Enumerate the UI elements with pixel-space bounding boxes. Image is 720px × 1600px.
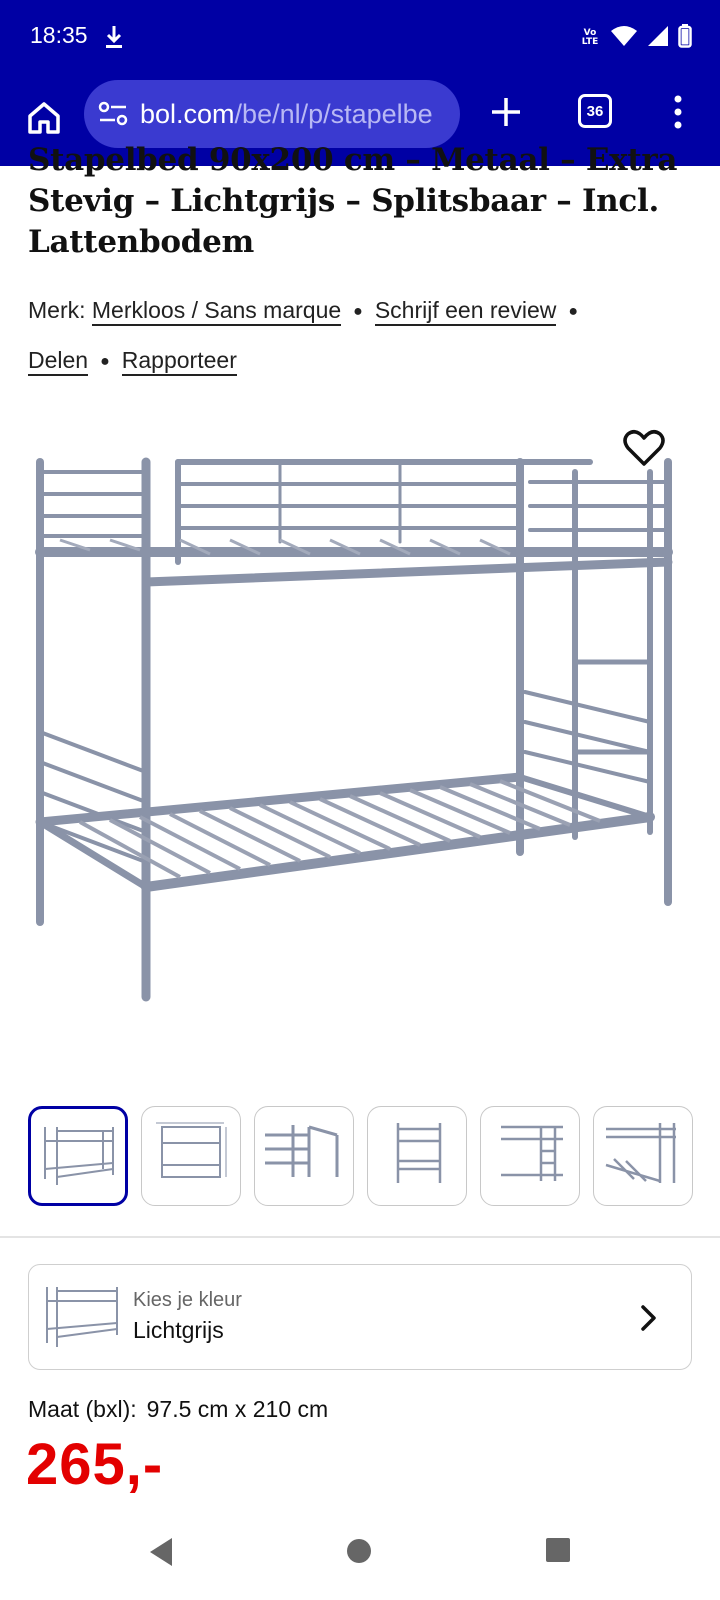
- bunk-bed-image: [35, 457, 673, 1002]
- url-text: bol.com/be/nl/p/stapelbe: [140, 99, 433, 130]
- title-wrap: Stapelbed 90x200 cm – Metaal – Extra Ste…: [28, 140, 698, 280]
- thumbnail-6[interactable]: [593, 1106, 693, 1206]
- thumbnail-1[interactable]: [28, 1106, 128, 1206]
- thumbnail-2[interactable]: [141, 1106, 241, 1206]
- color-selector-label: Kies je kleur: [133, 1289, 242, 1311]
- plus-icon: [492, 98, 520, 126]
- browser-home-button[interactable]: [24, 98, 64, 138]
- status-time: 18:35: [30, 22, 88, 48]
- separator-dot: ●: [353, 302, 363, 320]
- nav-back-button[interactable]: [146, 1536, 176, 1572]
- signal-icon: [646, 24, 670, 52]
- thumbnail-image: [605, 1123, 676, 1183]
- product-main-image[interactable]: [20, 432, 700, 1032]
- tab-switcher-button[interactable]: 36: [578, 94, 612, 128]
- back-triangle-icon: [150, 1538, 172, 1566]
- section-divider: [0, 1236, 720, 1238]
- nav-recents-button[interactable]: [544, 1536, 572, 1568]
- color-selector[interactable]: Kies je kleur Lichtgrijs: [28, 1264, 692, 1370]
- thumbnail-image: [44, 1127, 114, 1185]
- site-settings-icon[interactable]: [98, 101, 128, 127]
- thumbnail-4[interactable]: [367, 1106, 467, 1206]
- url-path: /be/nl/p/stapelbe: [234, 98, 433, 129]
- thumbnail-3[interactable]: [254, 1106, 354, 1206]
- recents-square-icon: [546, 1538, 570, 1562]
- separator-dot: ●: [568, 302, 579, 320]
- heart-icon: [623, 430, 665, 466]
- thumbnail-strip: [28, 1106, 708, 1206]
- write-review-link[interactable]: Schrijf een review: [374, 297, 557, 326]
- more-vertical-icon: [674, 95, 682, 129]
- home-circle-icon: [347, 1539, 371, 1563]
- chevron-right-icon: [641, 1305, 656, 1331]
- browser-menu-button[interactable]: [666, 92, 690, 132]
- wifi-icon: [610, 25, 638, 51]
- share-link[interactable]: Delen: [28, 346, 89, 376]
- product-price: 265,-: [26, 1432, 164, 1497]
- thumbnail-5[interactable]: [480, 1106, 580, 1206]
- home-icon: [28, 102, 60, 134]
- status-icons: Vo LTE: [578, 24, 692, 52]
- volte-icon: Vo LTE: [581, 28, 599, 47]
- brand-link[interactable]: Merkloos / Sans marque: [91, 297, 342, 326]
- thumbnail-image: [156, 1122, 227, 1178]
- selected-color: Lichtgrijs: [133, 1317, 224, 1343]
- brand-prefix: Merk:: [28, 297, 86, 323]
- address-bar[interactable]: bol.com/be/nl/p/stapelbe: [84, 80, 460, 148]
- product-meta: Merk: Merkloos / Sans marque ● Schrijf een…: [28, 286, 688, 386]
- product-title: Stapelbed 90x200 cm – Metaal – Extra Ste…: [28, 142, 678, 260]
- thumbnail-image: [501, 1125, 563, 1181]
- download-icon: [104, 24, 124, 54]
- thumbnail-image: [265, 1125, 339, 1177]
- status-bar: 18:35 Vo LTE: [0, 0, 720, 80]
- nav-home-button[interactable]: [344, 1536, 374, 1570]
- color-swatch-image: [43, 1283, 119, 1353]
- new-tab-button[interactable]: [488, 94, 524, 130]
- system-nav-bar: [0, 1516, 720, 1600]
- url-host: bol.com: [140, 98, 235, 129]
- thumbnail-image: [396, 1123, 442, 1183]
- size-value: 97.5 cm x 210 cm: [146, 1396, 329, 1422]
- favorite-button[interactable]: [622, 426, 666, 470]
- size-info: Maat (bxl): 97.5 cm x 210 cm: [28, 1396, 328, 1423]
- report-link[interactable]: Rapporteer: [121, 346, 237, 376]
- size-label: Maat (bxl):: [28, 1396, 137, 1422]
- separator-dot: ●: [100, 352, 110, 370]
- battery-icon: [678, 24, 692, 52]
